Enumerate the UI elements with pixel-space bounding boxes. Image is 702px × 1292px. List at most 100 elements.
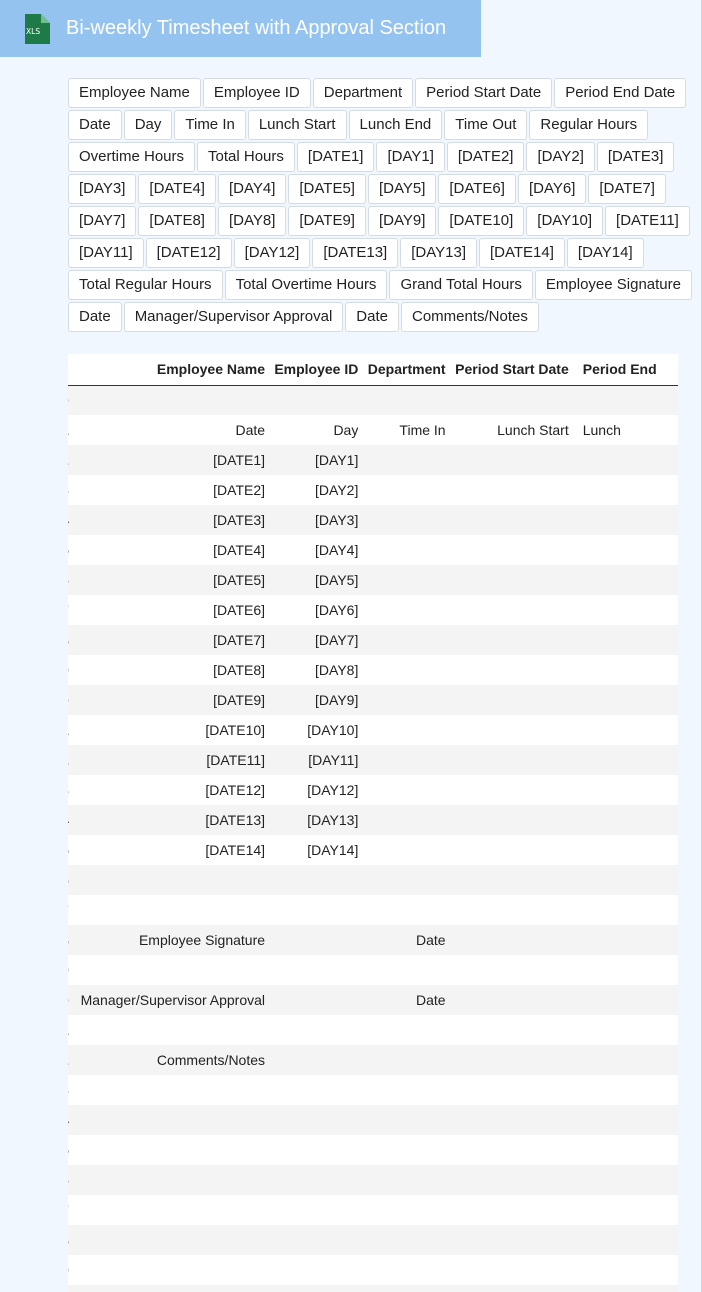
row-number: 4 bbox=[68, 1105, 78, 1135]
excel-file-icon: XLS bbox=[25, 14, 50, 44]
field-tag[interactable]: Day bbox=[123, 110, 173, 140]
field-tag[interactable]: Time Out bbox=[444, 110, 528, 140]
table-row: 3 [DATE2] [DAY2] bbox=[68, 475, 678, 505]
table-cell: [DAY3] bbox=[315, 512, 359, 528]
column-header: Employee Name bbox=[77, 354, 266, 386]
field-tag[interactable]: [DAY3] bbox=[68, 174, 137, 204]
field-tag[interactable]: Employee Name bbox=[68, 78, 201, 108]
table-cell bbox=[358, 1135, 445, 1165]
table-cell bbox=[446, 1195, 569, 1225]
table-cell bbox=[446, 805, 569, 835]
table-cell bbox=[358, 895, 445, 925]
field-tag[interactable]: Total Overtime Hours bbox=[224, 270, 388, 300]
field-tag[interactable]: [DATE5] bbox=[288, 174, 366, 204]
field-tag[interactable]: Period Start Date bbox=[415, 78, 553, 108]
field-tag[interactable]: Comments/Notes bbox=[400, 302, 539, 332]
row-number: 1 bbox=[68, 1015, 78, 1045]
field-tag[interactable]: Date bbox=[68, 302, 122, 332]
field-tag[interactable]: [DATE9] bbox=[288, 206, 366, 236]
field-tag[interactable]: Department bbox=[312, 78, 414, 108]
table-cell: Day bbox=[333, 422, 359, 438]
field-tag[interactable]: [DATE10] bbox=[438, 206, 525, 236]
field-tag[interactable]: Total Hours bbox=[197, 142, 295, 172]
table-cell bbox=[78, 1225, 265, 1255]
field-tag[interactable]: [DAY8] bbox=[217, 206, 287, 236]
field-tag[interactable]: Date bbox=[345, 302, 399, 332]
field-tag[interactable]: [DAY2] bbox=[526, 142, 595, 172]
field-tag[interactable]: [DATE6] bbox=[438, 174, 516, 204]
field-tag[interactable]: [DAY11] bbox=[68, 238, 144, 268]
field-tag[interactable]: Regular Hours bbox=[529, 110, 649, 140]
field-tag[interactable]: [DAY5] bbox=[367, 174, 437, 204]
table-cell bbox=[569, 1045, 678, 1075]
table-cell bbox=[78, 1105, 265, 1135]
field-tag[interactable]: [DATE1] bbox=[296, 142, 375, 172]
field-tag[interactable]: Lunch End bbox=[348, 110, 443, 140]
table-row: 0Manager/Supervisor Approval Date bbox=[68, 985, 678, 1015]
table-cell bbox=[78, 1075, 265, 1105]
field-tag[interactable]: Lunch Start bbox=[247, 110, 347, 140]
table-cell bbox=[358, 1165, 445, 1195]
table-row: 0 bbox=[68, 385, 678, 415]
table-cell bbox=[569, 1165, 678, 1195]
field-tag[interactable]: [DATE2] bbox=[446, 142, 525, 172]
field-tag[interactable]: [DATE3] bbox=[596, 142, 675, 172]
table-cell bbox=[446, 535, 569, 565]
field-tag[interactable]: [DATE11] bbox=[605, 206, 690, 236]
field-tag[interactable]: Period End Date bbox=[554, 78, 687, 108]
table-cell bbox=[265, 1135, 358, 1165]
field-tag[interactable]: [DAY7] bbox=[68, 206, 137, 236]
table-cell: Lunch Start bbox=[497, 422, 569, 438]
table-cell: [DAY5] bbox=[315, 572, 359, 588]
field-tag[interactable]: Employee Signature bbox=[534, 270, 692, 300]
field-tag[interactable]: [DATE12] bbox=[145, 238, 232, 268]
field-tag[interactable]: Employee ID bbox=[202, 78, 311, 108]
field-tag[interactable]: [DAY13] bbox=[400, 238, 477, 268]
field-tag[interactable]: [DAY10] bbox=[526, 206, 604, 236]
table-cell bbox=[569, 1255, 678, 1285]
table-row: 8 [DATE7] [DAY7] bbox=[68, 625, 678, 655]
field-tag[interactable]: [DAY12] bbox=[233, 238, 311, 268]
field-tag[interactable]: Time In bbox=[174, 110, 246, 140]
table-cell bbox=[446, 445, 569, 475]
table-cell: [DAY1] bbox=[315, 452, 359, 468]
excel-icon-label: XLS bbox=[26, 27, 40, 36]
table-cell: [DATE6] bbox=[213, 602, 266, 618]
table-cell: [DATE3] bbox=[213, 512, 266, 528]
table-cell bbox=[358, 805, 445, 835]
table-row: 5 bbox=[68, 1135, 678, 1165]
field-tag[interactable]: [DAY9] bbox=[367, 206, 437, 236]
field-tag[interactable]: [DATE8] bbox=[138, 206, 216, 236]
table-cell bbox=[446, 925, 569, 955]
column-header: Employee ID bbox=[265, 354, 359, 386]
field-tag[interactable]: Grand Total Hours bbox=[389, 270, 533, 300]
field-tag[interactable]: Overtime Hours bbox=[68, 142, 196, 172]
column-header: Period Start Date bbox=[445, 354, 569, 386]
field-tag[interactable]: [DAY4] bbox=[217, 174, 287, 204]
table-row: 4 [DATE13] [DAY13] bbox=[68, 805, 678, 835]
table-cell bbox=[569, 985, 678, 1015]
table-cell bbox=[446, 505, 569, 535]
table-cell bbox=[446, 955, 569, 985]
table-cell bbox=[265, 1195, 358, 1225]
field-tag[interactable]: [DATE14] bbox=[478, 238, 565, 268]
field-tag[interactable]: [DAY6] bbox=[517, 174, 587, 204]
table-cell: Lunch bbox=[582, 422, 621, 438]
table-cell bbox=[358, 685, 445, 715]
table-row: 7 bbox=[68, 895, 678, 925]
field-tag[interactable]: [DATE13] bbox=[312, 238, 399, 268]
field-tag[interactable]: Manager/Supervisor Approval bbox=[123, 302, 344, 332]
table-row: 3 [DATE12] [DAY12] bbox=[68, 775, 678, 805]
field-tag[interactable]: [DATE7] bbox=[588, 174, 666, 204]
table-cell bbox=[358, 955, 445, 985]
field-tag[interactable]: Date bbox=[68, 110, 122, 140]
table-cell bbox=[446, 865, 569, 895]
table-cell bbox=[446, 1285, 569, 1292]
field-tag[interactable]: Total Regular Hours bbox=[68, 270, 223, 300]
table-cell bbox=[569, 475, 678, 505]
row-number: 6 bbox=[68, 865, 78, 895]
field-tag[interactable]: [DATE4] bbox=[138, 174, 216, 204]
table-cell: [DAY14] bbox=[307, 842, 359, 858]
field-tag[interactable]: [DAY14] bbox=[566, 238, 644, 268]
field-tag[interactable]: [DAY1] bbox=[376, 142, 445, 172]
